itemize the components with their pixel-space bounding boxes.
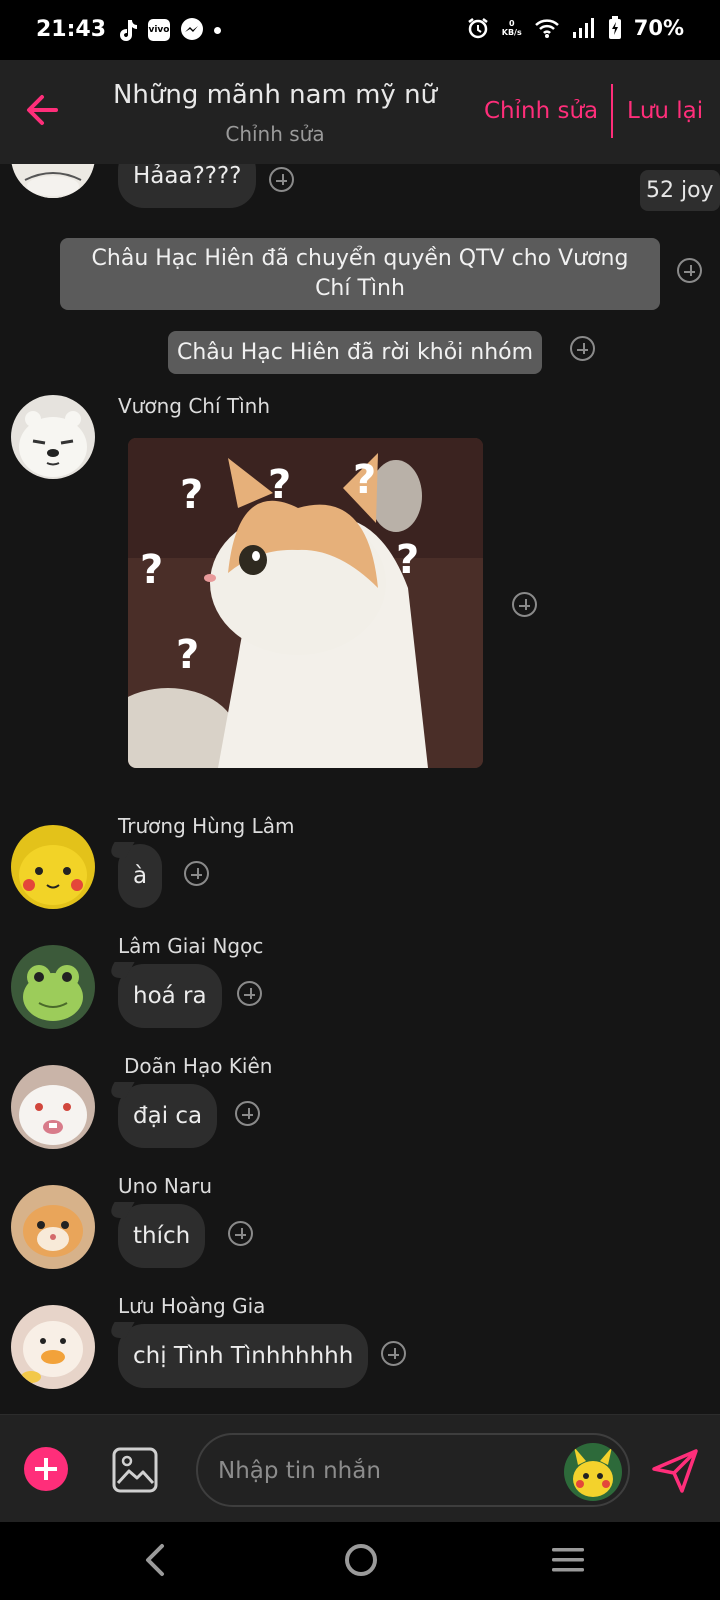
- system-icons: 0 KB/s 70%: [466, 16, 684, 40]
- react-icon[interactable]: [677, 258, 702, 283]
- message-text: à: [133, 863, 148, 889]
- sender-name: Vương Chí Tình: [118, 394, 271, 418]
- joy-badge: 52 joy: [640, 170, 720, 211]
- question-mark: ?: [396, 537, 419, 583]
- react-icon[interactable]: [381, 1341, 406, 1366]
- react-icon[interactable]: [228, 1221, 253, 1246]
- joy-badge-text: 52 joy: [646, 178, 714, 203]
- message-bubble[interactable]: chị Tình Tìnhhhhhh: [118, 1324, 369, 1388]
- question-mark: ?: [140, 547, 163, 593]
- message-bubble[interactable]: hoá ra: [118, 964, 222, 1028]
- message-text: chị Tình Tìnhhhhhh: [133, 1343, 354, 1369]
- sender-name: Lưu Hoàng Gia: [118, 1294, 266, 1318]
- send-icon[interactable]: [650, 1445, 700, 1495]
- network-speed-unit: KB/s: [501, 28, 522, 37]
- system-nav-bar: [0, 1522, 720, 1600]
- confused-cat-image: ? ? ? ? ? ?: [128, 438, 483, 768]
- chat-header: Những mãnh nam mỹ nữ Chỉnh sửa Chỉnh sửa…: [0, 60, 720, 164]
- notification-icons: vivo: [116, 18, 221, 42]
- sender-name: Doãn Hạo Kiên: [124, 1054, 273, 1078]
- chat-messages[interactable]: Hảaa???? 52 joy Châu Hạc Hiên đã chuyển …: [0, 164, 720, 1414]
- system-message: Châu Hạc Hiên đã rời khỏi nhóm: [168, 331, 543, 374]
- image-picker-icon[interactable]: [112, 1447, 158, 1493]
- pikachu-avatar[interactable]: [11, 825, 95, 909]
- status-time: 21:43: [36, 17, 107, 42]
- message-input[interactable]: [218, 1454, 538, 1488]
- system-message-text: Châu Hạc Hiên đã rời khỏi nhóm: [177, 340, 534, 365]
- battery-level: 70%: [633, 16, 684, 40]
- react-icon[interactable]: [237, 981, 262, 1006]
- message-bubble[interactable]: đại ca: [118, 1084, 218, 1148]
- image-message[interactable]: ? ? ? ? ? ?: [128, 438, 483, 768]
- system-message-text: Châu Hạc Hiên đã chuyển quyền QTV cho Vư…: [91, 246, 629, 301]
- message-bubble[interactable]: thích: [118, 1204, 206, 1268]
- sender-name: Uno Naru: [118, 1174, 213, 1198]
- battery-charging-icon: [608, 16, 621, 39]
- bear-avatar[interactable]: [11, 395, 95, 479]
- react-icon[interactable]: [235, 1101, 260, 1126]
- vivo-icon: vivo: [148, 19, 170, 41]
- more-notifications-dot: [214, 26, 221, 34]
- nav-back-icon[interactable]: [140, 1542, 170, 1578]
- message-text: hoá ra: [133, 983, 207, 1009]
- message-text: thích: [133, 1223, 191, 1249]
- question-mark: ?: [176, 632, 199, 678]
- bear-avatar[interactable]: [11, 164, 95, 198]
- network-speed-value: 0: [508, 19, 515, 28]
- messenger-icon: [181, 18, 203, 40]
- message-text: đại ca: [133, 1103, 203, 1129]
- message-bubble[interactable]: Hảaa????: [118, 164, 257, 208]
- question-mark: ?: [180, 472, 203, 518]
- group-name[interactable]: Những mãnh nam mỹ nữ: [110, 80, 440, 110]
- header-subtitle: Chỉnh sửa: [225, 122, 325, 146]
- sender-name: Lâm Giai Ngọc: [118, 934, 264, 958]
- question-mark: ?: [353, 457, 376, 503]
- pikachu-sticker-icon: [564, 1443, 622, 1501]
- network-speed: 0 KB/s: [502, 19, 522, 37]
- tiktok-icon: [120, 20, 137, 41]
- edit-button[interactable]: Chỉnh sửa: [484, 98, 598, 124]
- message-text: Hảaa????: [133, 164, 242, 189]
- alarm-icon: [468, 18, 488, 39]
- nav-home-icon[interactable]: [345, 1544, 377, 1576]
- nav-menu-icon[interactable]: [552, 1544, 584, 1576]
- wifi-icon: [534, 19, 559, 38]
- system-message: Châu Hạc Hiên đã chuyển quyền QTV cho Vư…: [60, 238, 660, 310]
- message-bubble[interactable]: à: [118, 844, 163, 908]
- message-box: [196, 1433, 630, 1507]
- duck-avatar[interactable]: [11, 1305, 95, 1389]
- cat-avatar[interactable]: [11, 1185, 95, 1269]
- signal-icon: [572, 18, 594, 38]
- react-icon[interactable]: [269, 167, 294, 192]
- react-icon[interactable]: [512, 592, 537, 617]
- back-arrow-icon[interactable]: [20, 86, 68, 134]
- header-divider: [611, 84, 613, 138]
- add-button[interactable]: [24, 1447, 68, 1491]
- bunny-avatar[interactable]: [11, 1065, 95, 1149]
- react-icon[interactable]: [570, 336, 595, 361]
- sticker-button[interactable]: [564, 1443, 622, 1501]
- react-icon[interactable]: [184, 861, 209, 886]
- save-button[interactable]: Lưu lại: [627, 98, 703, 124]
- sender-name: Trương Hùng Lâm: [118, 814, 295, 838]
- frog-avatar[interactable]: [11, 945, 95, 1029]
- status-bar: 21:43 vivo 0 KB/s 70%: [0, 0, 720, 60]
- question-mark: ?: [268, 462, 291, 508]
- message-composer: [0, 1414, 720, 1522]
